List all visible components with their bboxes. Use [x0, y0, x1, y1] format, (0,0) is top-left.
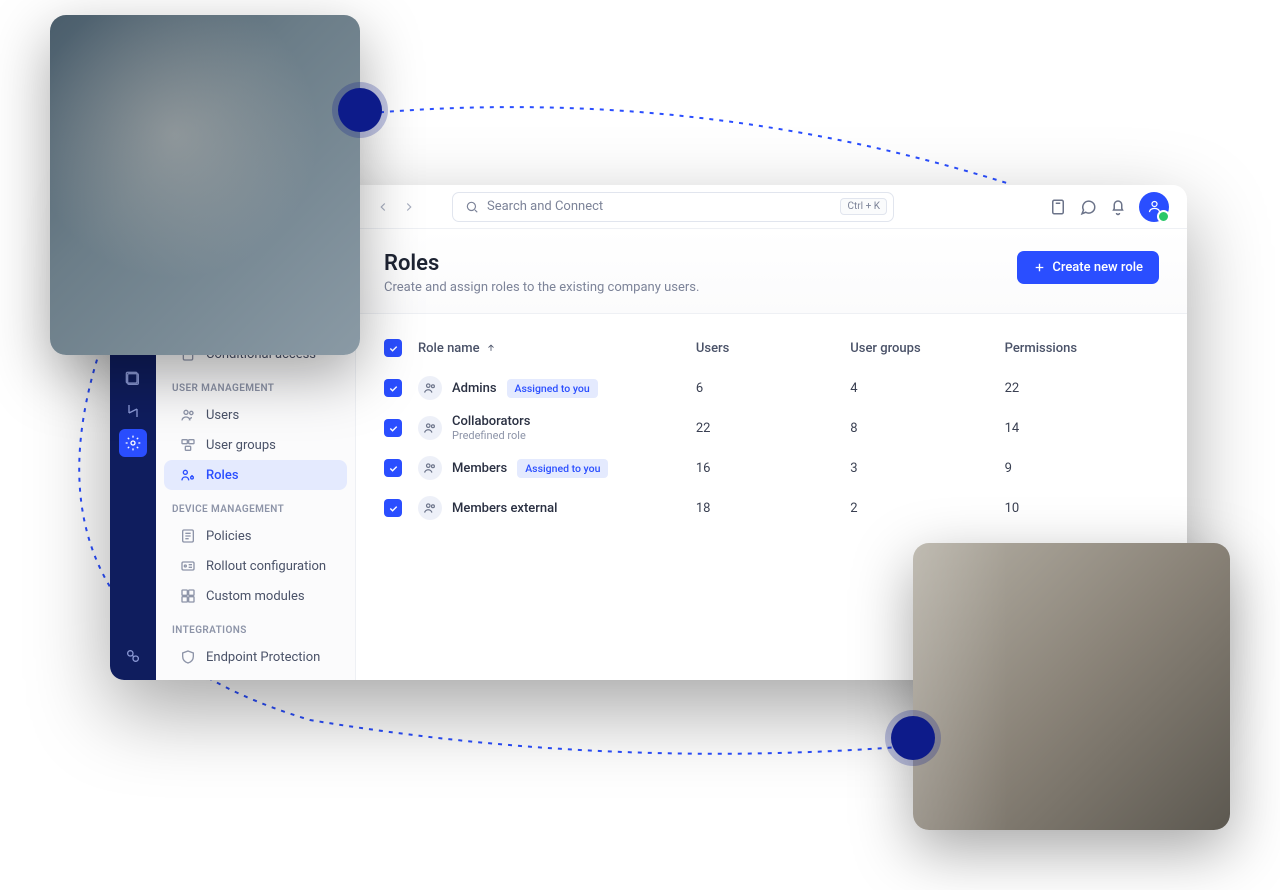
sidebar-item-label: Users: [206, 408, 239, 423]
table-header: Role name Users User groups Permissions: [384, 328, 1159, 368]
row-checkbox[interactable]: [384, 419, 402, 437]
bell-icon[interactable]: [1109, 198, 1127, 216]
search-input[interactable]: Search and Connect Ctrl + K: [452, 192, 894, 222]
table-row[interactable]: Collaborators Predefined role 22 8 14: [384, 408, 1159, 448]
rail-item-1[interactable]: [119, 365, 147, 393]
assigned-badge: Assigned to you: [507, 379, 598, 398]
section-label-device-mgmt: DEVICE MANAGEMENT: [156, 490, 355, 521]
role-subtitle: Predefined role: [452, 429, 530, 442]
sidebar-item-users[interactable]: Users: [164, 400, 347, 430]
cell-user-groups: 2: [850, 501, 1004, 516]
role-name: Admins: [452, 381, 497, 396]
shield-icon: [180, 649, 196, 665]
decorative-photo-person: [50, 15, 360, 355]
column-user-groups[interactable]: User groups: [850, 341, 1004, 356]
cell-user-groups: 4: [850, 381, 1004, 396]
page-subtitle: Create and assign roles to the existing …: [384, 280, 699, 295]
search-placeholder: Search and Connect: [487, 199, 832, 214]
section-label-user-mgmt: USER MANAGEMENT: [156, 369, 355, 400]
table-row[interactable]: Admins Assigned to you 6 4 22: [384, 368, 1159, 408]
sidebar-item-label: Policies: [206, 529, 251, 544]
plus-icon: [1033, 261, 1046, 274]
rollout-icon: [180, 558, 196, 574]
table-row[interactable]: Members Assigned to you 16 3 9: [384, 448, 1159, 488]
cell-permissions: 9: [1005, 461, 1159, 476]
page-header: Roles Create and assign roles to the exi…: [356, 229, 1187, 314]
modules-icon: [180, 588, 196, 604]
cell-permissions: 22: [1005, 381, 1159, 396]
row-checkbox[interactable]: [384, 379, 402, 397]
sort-asc-icon: [486, 343, 496, 353]
sidebar-item-label: Custom modules: [206, 589, 305, 604]
sidebar-item-policies[interactable]: Policies: [164, 521, 347, 551]
topbar: Search and Connect Ctrl + K: [356, 185, 1187, 229]
sidebar-item-modules[interactable]: Custom modules: [164, 581, 347, 611]
avatar[interactable]: [1139, 192, 1169, 222]
sidebar-item-user-groups[interactable]: User groups: [164, 430, 347, 460]
roles-table: Role name Users User groups Permissions …: [356, 314, 1187, 542]
cell-users: 18: [696, 501, 850, 516]
column-permissions[interactable]: Permissions: [1005, 341, 1159, 356]
cell-permissions: 14: [1005, 421, 1159, 436]
user-groups-icon: [180, 437, 196, 453]
sidebar-item-label: Endpoint Protection: [206, 650, 320, 665]
cell-user-groups: 3: [850, 461, 1004, 476]
cell-users: 22: [696, 421, 850, 436]
sidebar-item-label: User groups: [206, 438, 276, 453]
role-name: Collaborators: [452, 414, 530, 429]
users-icon: [180, 407, 196, 423]
sidebar-item-endpoint-protection[interactable]: Endpoint Protection: [164, 642, 347, 672]
create-role-label: Create new role: [1052, 260, 1143, 275]
rail-item-settings[interactable]: [119, 429, 147, 457]
sidebar-item-label: Roles: [206, 468, 239, 483]
nav-back-button[interactable]: [374, 198, 392, 216]
table-row[interactable]: Members external 18 2 10: [384, 488, 1159, 528]
role-icon: [418, 376, 442, 400]
cell-users: 6: [696, 381, 850, 396]
role-name: Members external: [452, 501, 557, 516]
connector-dot-top: [338, 88, 382, 132]
create-role-button[interactable]: Create new role: [1017, 251, 1159, 284]
rail-item-bottom[interactable]: [119, 642, 147, 670]
select-all-checkbox[interactable]: [384, 339, 402, 357]
cell-users: 16: [696, 461, 850, 476]
search-shortcut: Ctrl + K: [840, 198, 887, 215]
page-title: Roles: [384, 251, 699, 276]
roles-icon: [180, 467, 196, 483]
column-users[interactable]: Users: [696, 341, 850, 356]
cell-permissions: 10: [1005, 501, 1159, 516]
sidebar-item-roles[interactable]: Roles: [164, 460, 347, 490]
role-icon: [418, 456, 442, 480]
connector-dot-bottom: [891, 716, 935, 760]
assigned-badge: Assigned to you: [517, 459, 608, 478]
role-name: Members: [452, 461, 507, 476]
nav-forward-button[interactable]: [400, 198, 418, 216]
book-icon[interactable]: [1049, 198, 1067, 216]
column-role-name[interactable]: Role name: [418, 341, 696, 356]
role-icon: [418, 416, 442, 440]
row-checkbox[interactable]: [384, 499, 402, 517]
sidebar-item-rollout[interactable]: Rollout configuration: [164, 551, 347, 581]
rail-item-2[interactable]: [119, 397, 147, 425]
decorative-photo-office: [913, 543, 1230, 830]
search-icon: [465, 200, 479, 214]
section-label-integrations: INTEGRATIONS: [156, 611, 355, 642]
policies-icon: [180, 528, 196, 544]
sidebar-item-label: Rollout configuration: [206, 559, 326, 574]
cell-user-groups: 8: [850, 421, 1004, 436]
role-icon: [418, 496, 442, 520]
chat-icon[interactable]: [1079, 198, 1097, 216]
row-checkbox[interactable]: [384, 459, 402, 477]
